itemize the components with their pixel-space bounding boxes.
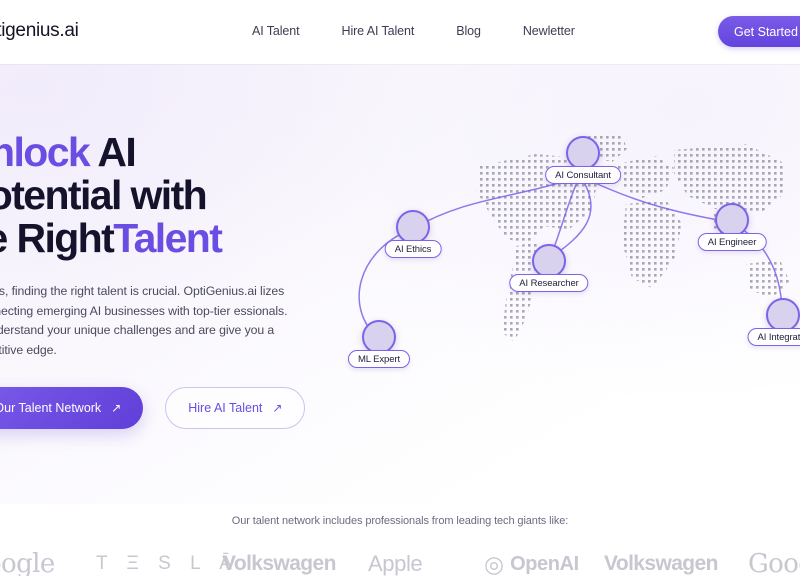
logo-volkswagen: Volkswagen	[222, 552, 336, 575]
avatar	[566, 136, 600, 170]
headline-line-3: he RightTalent	[0, 217, 307, 260]
network-node-ai-integrator[interactable]: AI Integrator	[747, 298, 800, 346]
nav-link-newsletter[interactable]: Newletter	[523, 24, 575, 38]
avatar	[766, 298, 800, 332]
hire-ai-talent-label: Hire AI Talent	[188, 401, 263, 415]
network-node-ai-consultant[interactable]: AI Consultant	[545, 136, 621, 184]
network-node-ml-expert[interactable]: ML Expert	[347, 320, 411, 368]
logo-openai-text: OpenAI	[510, 552, 579, 575]
arrow-up-right-icon: ↗	[111, 401, 122, 415]
page-title: Unlock AI Potential with he RightTalent	[0, 131, 307, 260]
headline-accent-talent: Talent	[113, 215, 223, 261]
network-node-label: AI Integrator	[747, 328, 800, 346]
join-talent-network-label: n Our Talent Network	[0, 401, 102, 415]
brand-logo[interactable]: ptigenius.ai	[0, 20, 79, 42]
primary-nav: AI Talent Hire AI Talent Blog Newletter	[252, 24, 575, 38]
hire-ai-talent-button[interactable]: Hire AI Talent ↗	[165, 387, 306, 429]
landing-page: ptigenius.ai AI Talent Hire AI Talent Bl…	[0, 0, 800, 576]
trusted-by-caption: Our talent network includes professional…	[231, 515, 569, 527]
avatar	[715, 203, 749, 237]
nav-link-blog[interactable]: Blog	[456, 24, 481, 38]
network-node-ai-engineer[interactable]: AI Engineer	[697, 203, 767, 251]
headline-line-3-plain: he Right	[0, 215, 115, 261]
talent-network-graph: AI Consultant AI Ethics AI Researcher AI…	[330, 118, 800, 378]
logo-google: oogle	[0, 549, 55, 576]
network-node-label: AI Consultant	[545, 166, 621, 184]
headline-accent-unlock: Unlock	[0, 129, 91, 175]
openai-icon: ◎	[484, 550, 505, 576]
network-node-label: AI Ethics	[384, 240, 442, 258]
logo-apple-text: Apple	[368, 551, 423, 576]
get-started-button[interactable]: Get Started ↗	[718, 16, 800, 47]
logo-google-2: Goog	[748, 549, 800, 576]
headline-line-1-rest: AI	[89, 129, 136, 175]
site-header: ptigenius.ai AI Talent Hire AI Talent Bl…	[0, 0, 800, 64]
logo-apple: Apple	[362, 551, 423, 576]
network-node-label: ML Expert	[347, 350, 411, 368]
logo-openai: ◎ OpenAI	[484, 550, 579, 576]
network-node-label: AI Engineer	[697, 233, 767, 251]
avatar	[532, 244, 566, 278]
arrow-up-right-icon: ↗	[272, 401, 283, 415]
hero-content: Unlock AI Potential with he RightTalent …	[0, 131, 307, 429]
logo-tesla: T Ξ S L Ā	[96, 553, 239, 574]
hero-actions: n Our Talent Network ↗ Hire AI Talent ↗	[0, 387, 307, 429]
partner-logo-row: oogle T Ξ S L Ā Volkswagen Apple ◎ OpenA…	[0, 548, 800, 576]
avatar	[396, 210, 430, 244]
nav-link-ai-talent[interactable]: AI Talent	[252, 24, 300, 38]
nav-link-hire-ai-talent[interactable]: Hire AI Talent	[342, 24, 415, 38]
headline-line-2: Potential with	[0, 172, 208, 218]
network-node-ai-ethics[interactable]: AI Ethics	[384, 210, 442, 258]
logo-volkswagen-2: Volkswagen	[604, 552, 718, 575]
hero-paragraph: startups, finding the right talent is cr…	[0, 284, 288, 357]
get-started-label: Get Started	[734, 24, 798, 39]
headline-line-1: Unlock AI	[0, 131, 307, 174]
network-node-ai-researcher[interactable]: AI Researcher	[509, 244, 589, 292]
join-talent-network-button[interactable]: n Our Talent Network ↗	[0, 387, 144, 429]
network-node-label: AI Researcher	[509, 274, 589, 292]
avatar	[362, 320, 396, 354]
